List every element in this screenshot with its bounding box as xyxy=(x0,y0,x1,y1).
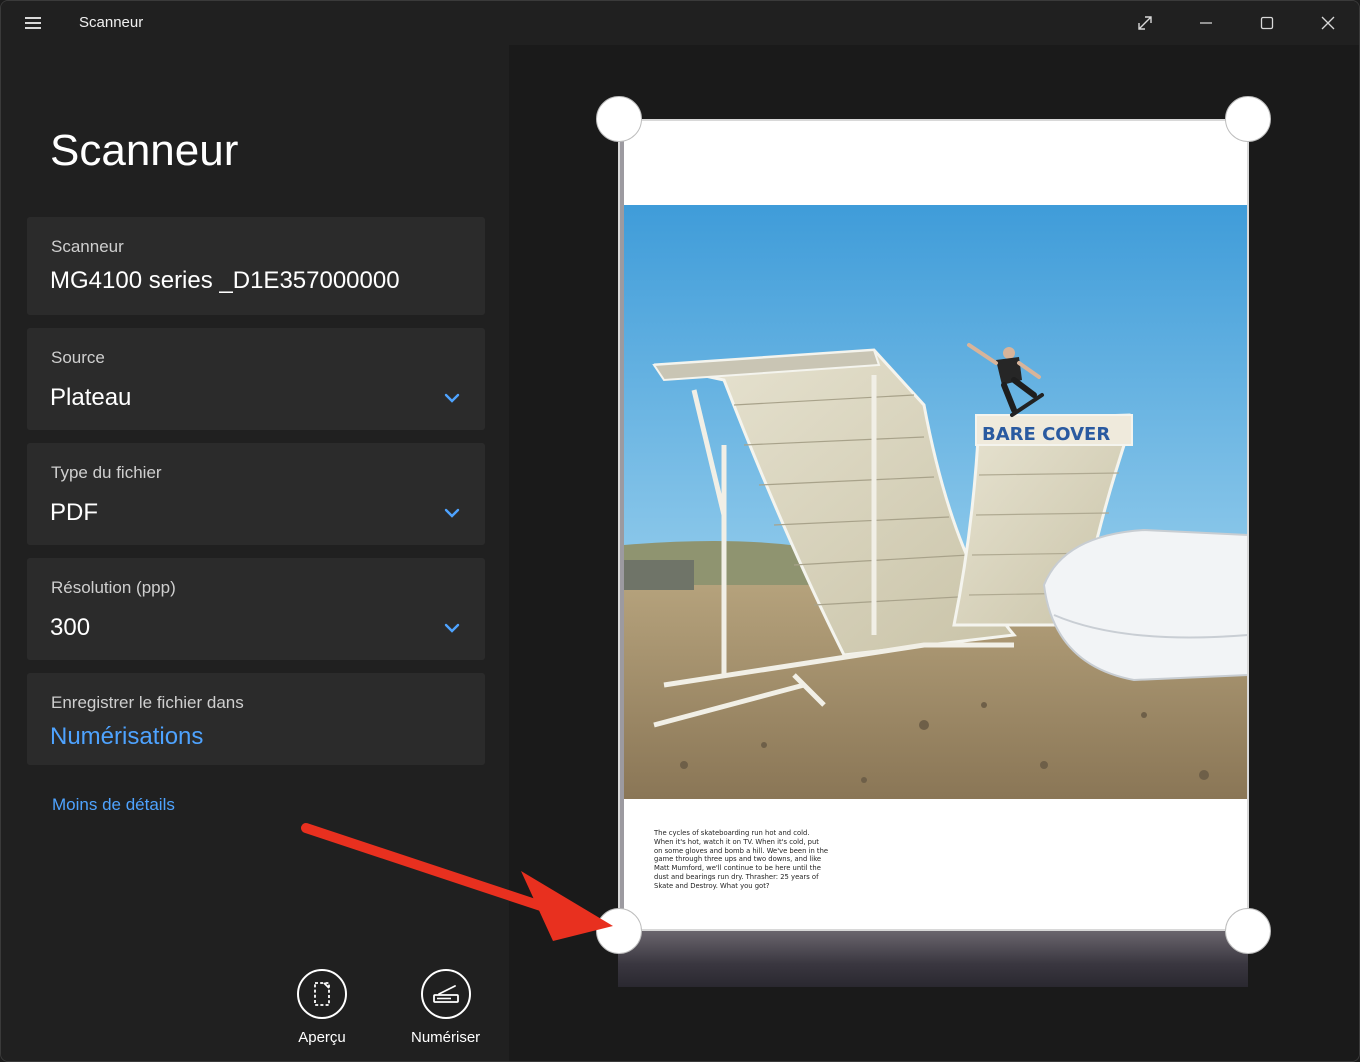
scanner-selector[interactable]: Scanneur MG4100 series _D1E357000000 xyxy=(27,217,485,315)
caption-line: Matt Mumford, we'll continue to be here … xyxy=(654,864,821,873)
ramp-sign: BARE COVER xyxy=(982,424,1110,445)
crop-edge-bottom[interactable] xyxy=(619,929,1249,931)
caption-line: on some gloves and bomb a hill. We've be… xyxy=(654,846,829,855)
hamburger-icon[interactable] xyxy=(19,13,47,33)
caption-line: When it's hot, watch it on TV. When it's… xyxy=(654,837,819,846)
save-location-link[interactable]: Numérisations xyxy=(50,723,203,751)
caption-line: dust and bearings run dry. Thrasher: 25 … xyxy=(654,872,819,881)
chevron-down-icon xyxy=(444,508,460,518)
scanner-value: MG4100 series _D1E357000000 xyxy=(50,267,400,294)
title-bar: Scanneur xyxy=(1,1,1359,45)
file-type-value: PDF xyxy=(50,499,98,526)
resolution-label: Résolution (ppp) xyxy=(51,578,176,597)
app-title: Scanneur xyxy=(79,14,144,31)
scan-label: Numériser xyxy=(411,1029,481,1046)
crop-handle-top-right[interactable] xyxy=(1225,96,1271,142)
page-title: Scanneur xyxy=(50,126,239,175)
crop-edge-top[interactable] xyxy=(619,119,1249,121)
scanner-app-window: Scanneur Scanneur Scanneur MG4100 series… xyxy=(0,0,1360,1062)
minimize-icon xyxy=(1200,22,1212,24)
expand-button[interactable] xyxy=(1115,1,1175,45)
source-dropdown[interactable]: Source Plateau xyxy=(27,328,485,430)
chevron-down-icon xyxy=(444,393,460,403)
settings-pane: Scanneur Scanneur MG4100 series _D1E3570… xyxy=(1,45,509,1061)
source-label: Source xyxy=(51,348,105,367)
preview-label: Aperçu xyxy=(298,1029,346,1046)
crop-handle-bottom-left[interactable] xyxy=(596,908,642,954)
resolution-dropdown[interactable]: Résolution (ppp) 300 xyxy=(27,558,485,660)
source-value: Plateau xyxy=(50,384,132,411)
scanner-label: Scanneur xyxy=(51,237,124,256)
resolution-value: 300 xyxy=(50,614,91,641)
scan-button[interactable]: Numériser xyxy=(411,969,480,1046)
save-location-label: Enregistrer le fichier dans xyxy=(51,693,244,712)
maximize-icon xyxy=(1260,16,1274,30)
scanned-page: BARE COVER The cycles of skateboarding r… xyxy=(620,119,1248,931)
file-type-label: Type du fichier xyxy=(51,463,162,482)
crop-edge-left[interactable] xyxy=(618,119,620,931)
minimize-button[interactable] xyxy=(1176,1,1236,45)
caption-line: The cycles of skateboarding run hot and … xyxy=(654,829,810,837)
close-button[interactable] xyxy=(1298,1,1358,45)
less-details-link[interactable]: Moins de détails xyxy=(52,795,175,815)
maximize-button[interactable] xyxy=(1237,1,1297,45)
crop-edge-right[interactable] xyxy=(1247,119,1249,931)
preview-button[interactable]: Aperçu xyxy=(297,969,347,1046)
expand-icon xyxy=(1138,16,1152,30)
close-icon xyxy=(1321,16,1335,30)
scan-bed-shadow xyxy=(618,929,1248,987)
caption-line: Skate and Destroy. What you got? xyxy=(654,881,770,890)
file-type-dropdown[interactable]: Type du fichier PDF xyxy=(27,443,485,545)
preview-pane: BARE COVER The cycles of skateboarding r… xyxy=(509,45,1359,1061)
scanner-icon xyxy=(420,969,471,1019)
preview-icon xyxy=(297,969,347,1019)
caption-line: game through three ups and two downs, an… xyxy=(654,855,822,864)
chevron-down-icon xyxy=(444,623,460,633)
save-location-card: Enregistrer le fichier dans Numérisation… xyxy=(27,673,485,765)
scanned-photo: BARE COVER xyxy=(624,205,1248,799)
crop-handle-bottom-right[interactable] xyxy=(1225,908,1271,954)
photo-caption: The cycles of skateboarding run hot and … xyxy=(654,829,834,891)
crop-handle-top-left[interactable] xyxy=(596,96,642,142)
